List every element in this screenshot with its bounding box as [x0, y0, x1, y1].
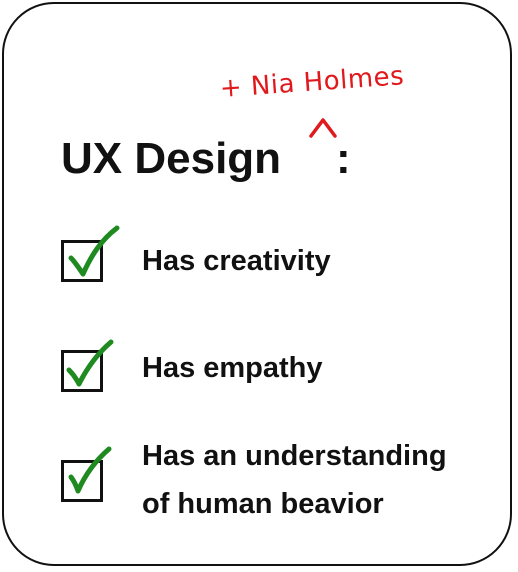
list-item-creativity: Has creativity [142, 245, 331, 277]
list-item-understanding-line2: of human beavior [142, 488, 384, 520]
checkmark-icon [66, 339, 114, 387]
checkmark-icon [68, 225, 120, 277]
list-item-understanding-line1: Has an understanding [142, 440, 447, 472]
list-item-empathy: Has empathy [142, 352, 323, 384]
title-colon: : [336, 134, 351, 183]
insertion-caret-icon [309, 118, 337, 138]
page-title: UX Design [61, 134, 282, 183]
checkmark-icon [68, 446, 112, 494]
